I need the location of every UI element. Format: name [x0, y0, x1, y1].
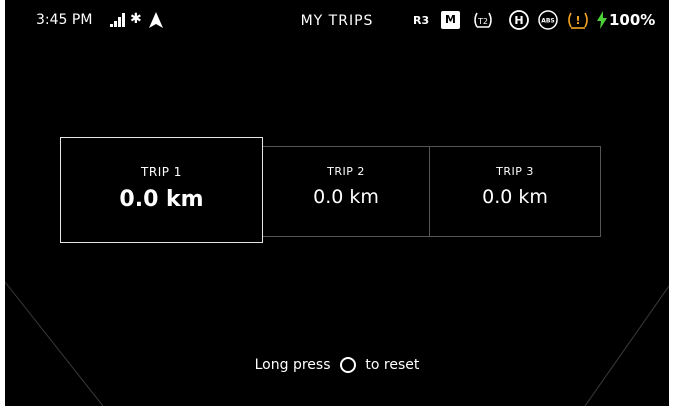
trips-screen: 3:45 PM ✱ MY TRIPS R3 M T2 H ABS ! 100% … — [5, 0, 669, 406]
trip-3-label: TRIP 3 — [496, 165, 534, 178]
trip-3-distance: 0.0 km — [482, 186, 548, 208]
hint-suffix: to reset — [365, 357, 420, 373]
reset-hint: Long press to reset — [5, 357, 669, 373]
trip-1-card[interactable]: TRIP 1 0.0 km — [60, 137, 263, 243]
trip-2-distance: 0.0 km — [313, 186, 379, 208]
trip-1-label: TRIP 1 — [141, 165, 182, 179]
trip-1-distance: 0.0 km — [119, 187, 204, 212]
trip-selector: TRIP 1 0.0 km TRIP 2 0.0 km TRIP 3 0.0 k… — [60, 137, 602, 243]
hint-prefix: Long press — [254, 357, 331, 373]
trip-3-card[interactable]: TRIP 3 0.0 km — [429, 146, 601, 237]
trip-2-label: TRIP 2 — [327, 165, 365, 178]
trip-2-card[interactable]: TRIP 2 0.0 km — [263, 146, 430, 237]
knob-button-icon — [339, 357, 356, 373]
